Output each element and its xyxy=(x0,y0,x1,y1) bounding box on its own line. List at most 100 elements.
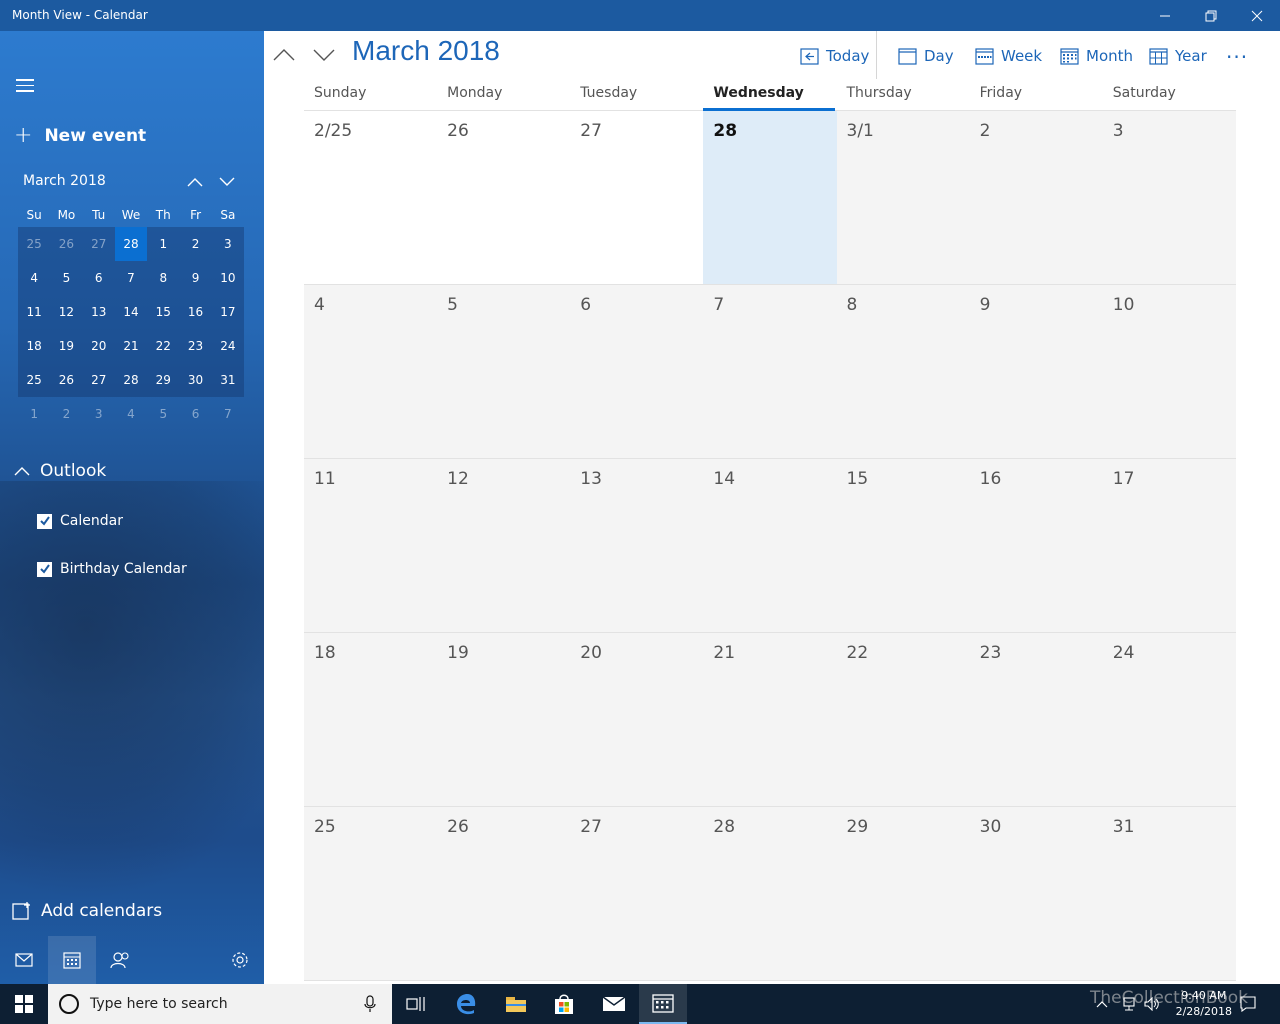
mini-calendar-day[interactable]: 28 xyxy=(115,363,147,397)
mini-calendar-day[interactable]: 27 xyxy=(83,363,115,397)
mini-calendar-day[interactable]: 3 xyxy=(83,397,115,431)
day-cell[interactable]: 29 xyxy=(836,807,970,980)
mini-calendar-day[interactable]: 25 xyxy=(18,227,50,261)
day-cell[interactable]: 13 xyxy=(570,459,704,632)
people-icon[interactable] xyxy=(96,936,144,984)
day-cell[interactable]: 27 xyxy=(570,111,704,284)
day-cell[interactable]: 14 xyxy=(703,459,837,632)
windows-start-icon[interactable] xyxy=(0,984,48,1024)
mini-calendar-day[interactable]: 19 xyxy=(50,329,82,363)
mini-calendar-selected-day[interactable]: 28 xyxy=(114,227,148,261)
mini-calendar-day[interactable]: 2 xyxy=(50,397,82,431)
mini-calendar-day[interactable]: 31 xyxy=(212,363,244,397)
hamburger-menu-icon[interactable] xyxy=(16,79,34,93)
mini-calendar-day[interactable]: 6 xyxy=(179,397,211,431)
day-cell[interactable]: 5 xyxy=(437,285,571,458)
month-view-button[interactable]: Month xyxy=(1060,43,1133,69)
calendar-app-icon[interactable] xyxy=(48,936,96,984)
mini-calendar-day[interactable]: 23 xyxy=(179,329,211,363)
day-cell[interactable]: 17 xyxy=(1102,459,1236,632)
mini-calendar-day[interactable]: 12 xyxy=(50,295,82,329)
day-cell[interactable]: 27 xyxy=(570,807,704,980)
day-cell[interactable]: 8 xyxy=(836,285,970,458)
mini-calendar-day[interactable]: 5 xyxy=(147,397,179,431)
action-center-icon[interactable] xyxy=(1236,984,1260,1024)
outlook-account-toggle[interactable]: Outlook xyxy=(14,461,106,481)
day-cell[interactable]: 10 xyxy=(1102,285,1236,458)
mini-calendar-day[interactable]: 26 xyxy=(50,227,82,261)
previous-month-icon[interactable] xyxy=(272,43,296,67)
day-cell[interactable]: 26 xyxy=(437,111,571,284)
mini-calendar-day[interactable]: 16 xyxy=(179,295,211,329)
mini-calendar-day[interactable]: 25 xyxy=(18,363,50,397)
day-cell[interactable]: 6 xyxy=(570,285,704,458)
microsoft-store-icon[interactable] xyxy=(540,984,588,1024)
day-cell[interactable]: 22 xyxy=(836,633,970,806)
calendar-taskbar-icon[interactable] xyxy=(639,984,687,1024)
close-button[interactable] xyxy=(1234,0,1280,31)
new-event-button[interactable]: + New event xyxy=(14,123,146,149)
mini-calendar-day[interactable]: 30 xyxy=(179,363,211,397)
volume-icon[interactable] xyxy=(1140,984,1164,1024)
system-clock[interactable]: 9:40 AM 2/28/2018 xyxy=(1176,988,1232,1020)
minimize-button[interactable] xyxy=(1142,0,1188,31)
mini-calendar-day[interactable]: 1 xyxy=(147,227,179,261)
mini-calendar-day[interactable]: 8 xyxy=(147,261,179,295)
day-cell[interactable]: 20 xyxy=(570,633,704,806)
day-cell[interactable]: 9 xyxy=(969,285,1103,458)
day-cell[interactable]: 2/25 xyxy=(304,111,438,284)
mini-calendar-day[interactable]: 4 xyxy=(18,261,50,295)
mini-calendar-day[interactable]: 9 xyxy=(179,261,211,295)
mini-calendar-day[interactable]: 13 xyxy=(83,295,115,329)
mini-calendar-day[interactable]: 10 xyxy=(212,261,244,295)
mini-calendar-previous-icon[interactable] xyxy=(186,173,204,191)
day-cell[interactable]: 19 xyxy=(437,633,571,806)
mini-calendar-day[interactable]: 4 xyxy=(115,397,147,431)
mini-calendar-day[interactable]: 6 xyxy=(83,261,115,295)
birthday-calendar-toggle[interactable]: Birthday Calendar xyxy=(37,561,187,577)
mini-calendar-day[interactable]: 26 xyxy=(50,363,82,397)
add-calendars-button[interactable]: Add calendars xyxy=(12,901,162,921)
day-cell[interactable]: 18 xyxy=(304,633,438,806)
mini-calendar-day[interactable]: 5 xyxy=(50,261,82,295)
mini-calendar-day[interactable]: 1 xyxy=(18,397,50,431)
settings-gear-icon[interactable] xyxy=(216,936,264,984)
next-month-icon[interactable] xyxy=(312,43,336,67)
day-cell[interactable]: 15 xyxy=(836,459,970,632)
mini-calendar-day[interactable]: 15 xyxy=(147,295,179,329)
mini-calendar-day[interactable]: 22 xyxy=(147,329,179,363)
day-cell[interactable]: 2 xyxy=(969,111,1103,284)
mini-calendar-day[interactable]: 7 xyxy=(115,261,147,295)
day-cell[interactable]: 12 xyxy=(437,459,571,632)
checkbox-checked-icon[interactable] xyxy=(37,513,52,529)
task-view-icon[interactable] xyxy=(392,984,440,1024)
edge-browser-icon[interactable] xyxy=(442,984,490,1024)
mini-calendar-day[interactable]: 29 xyxy=(147,363,179,397)
mini-calendar-day[interactable]: 3 xyxy=(212,227,244,261)
week-view-button[interactable]: Week xyxy=(975,43,1042,69)
network-icon[interactable] xyxy=(1116,984,1140,1024)
day-cell[interactable]: 31 xyxy=(1102,807,1236,980)
today-button[interactable]: Today xyxy=(800,43,869,69)
microphone-icon[interactable] xyxy=(364,995,376,1013)
day-cell[interactable]: 4 xyxy=(304,285,438,458)
mini-calendar-day[interactable]: 2 xyxy=(179,227,211,261)
day-cell[interactable]: 16 xyxy=(969,459,1103,632)
day-cell[interactable]: 7 xyxy=(703,285,837,458)
checkbox-checked-icon[interactable] xyxy=(37,561,52,577)
year-view-button[interactable]: Year xyxy=(1149,43,1207,69)
restore-button[interactable] xyxy=(1188,0,1234,31)
mini-calendar-day[interactable]: 11 xyxy=(18,295,50,329)
mini-calendar-day[interactable]: 20 xyxy=(83,329,115,363)
day-cell[interactable]: 28 xyxy=(703,807,837,980)
mini-calendar-day[interactable]: 17 xyxy=(212,295,244,329)
day-cell[interactable]: 26 xyxy=(437,807,571,980)
day-cell[interactable]: 24 xyxy=(1102,633,1236,806)
mini-calendar-day[interactable]: 21 xyxy=(115,329,147,363)
mini-calendar-day[interactable]: 27 xyxy=(83,227,115,261)
show-hidden-icons-chevron-icon[interactable] xyxy=(1090,984,1114,1024)
calendar-toggle[interactable]: Calendar xyxy=(37,513,123,529)
day-cell[interactable]: 30 xyxy=(969,807,1103,980)
mail-app-icon[interactable] xyxy=(590,984,638,1024)
day-cell[interactable]: 21 xyxy=(703,633,837,806)
